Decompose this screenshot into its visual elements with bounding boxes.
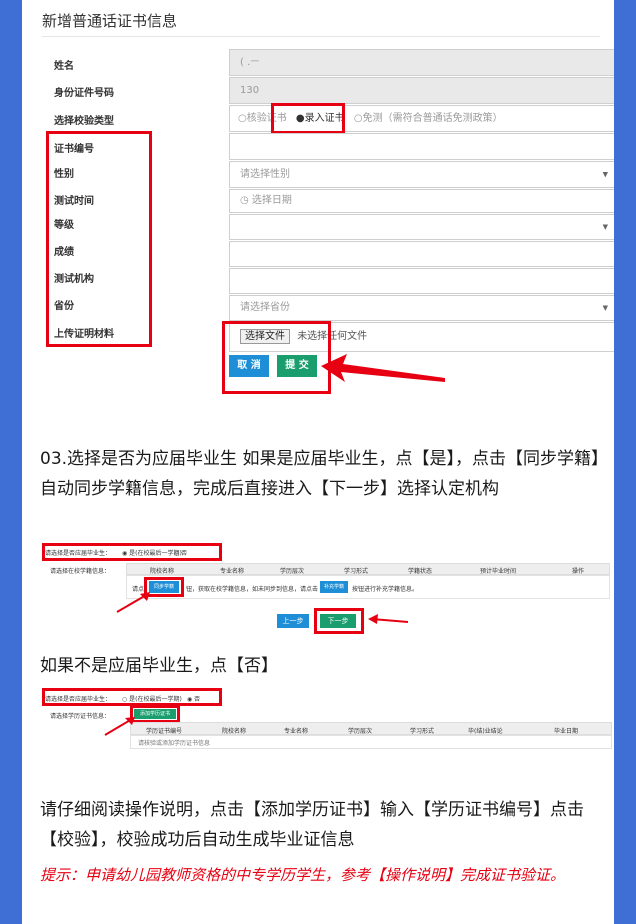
th-cert-level: 学历层次 xyxy=(348,728,373,735)
pointer-arrow-add-cert xyxy=(104,717,135,736)
form-divider xyxy=(42,36,600,37)
pointer-arrow-sync xyxy=(116,592,150,613)
highlight-enter-cert xyxy=(271,103,345,134)
label-cert-no: 证书编号 xyxy=(54,144,94,155)
form-title: 新增普通话证书信息 xyxy=(42,12,178,30)
th-action: 操作 xyxy=(572,568,585,575)
province-select[interactable]: 请选择省份 ▼ xyxy=(229,295,614,321)
th-cert-major: 专业名称 xyxy=(284,728,309,735)
chevron-down-icon: ▼ xyxy=(602,170,608,178)
submit-button[interactable]: 提 交 xyxy=(277,355,317,377)
highlight-labels xyxy=(46,131,152,347)
cert-no-input[interactable] xyxy=(229,133,614,160)
th-mode: 学习形式 xyxy=(344,568,369,575)
chevron-down-icon: ▼ xyxy=(602,304,608,312)
prev-step-button[interactable]: 上一步 xyxy=(277,614,309,628)
label-level: 等级 xyxy=(54,220,74,231)
province-placeholder: 请选择省份 xyxy=(240,302,290,313)
tip-text: 提示：申请幼儿园教师资格的中专学历学生，参考【操作说明】完成证书验证。 xyxy=(40,866,566,884)
graduate-no-option[interactable]: ○ 否 xyxy=(174,548,187,557)
gender-select[interactable]: 请选择性别 ▼ xyxy=(229,161,614,188)
step3-text: 03.选择是否为应届毕业生 如果是应届毕业生，点【是】，点击【同步学籍】自动同步… xyxy=(40,449,600,499)
label-verify-type: 选择校验类型 xyxy=(54,116,114,127)
graduate-question: 请选择是否应届毕业生： xyxy=(45,550,112,557)
th-cert-conclusion: 毕(结)业结论 xyxy=(468,728,503,735)
content-card: 新增普通话证书信息 姓名 ( .ㅡ 身份证件号码 130 选择校验类型 ○核验证… xyxy=(22,0,614,924)
sync-hint: 钮，获取在校学籍信息，如未同步到信息，请点击 xyxy=(186,586,319,593)
score-input[interactable] xyxy=(229,241,614,267)
clock-icon: ◷ xyxy=(240,195,249,206)
instructions-text: 请仔细阅读操作说明，点击【添加学历证书】输入【学历证书编号】点击【校验】，校验成… xyxy=(40,800,584,850)
gender-placeholder: 请选择性别 xyxy=(240,169,290,180)
id-number-field[interactable]: 130 xyxy=(229,77,614,104)
th-school: 院校名称 xyxy=(150,568,175,575)
school-row-label: 请选择在校学籍信息： xyxy=(50,568,111,575)
pointer-arrow xyxy=(321,354,445,382)
graduate-no-option-2[interactable]: ◉ 否 xyxy=(187,694,200,703)
verify-option-exempt[interactable]: ○免测（需符合普通话免测政策） xyxy=(354,113,503,124)
th-cert-no: 学历证书编号 xyxy=(146,728,183,735)
label-gender: 性别 xyxy=(54,169,74,180)
institution-input[interactable] xyxy=(229,268,614,294)
name-value: ( .ㅡ xyxy=(240,57,260,68)
th-cert-school: 院校名称 xyxy=(222,728,247,735)
cert-row-label: 请选择学历证书信息： xyxy=(50,713,111,720)
graduate-question-2: 请选择是否应届毕业生： xyxy=(45,696,112,703)
level-select[interactable]: ▼ xyxy=(229,214,614,240)
th-level: 学历层次 xyxy=(280,568,305,575)
pointer-arrow-next xyxy=(368,614,409,624)
graduate-yes-option[interactable]: ◉ 是(在校最后一学期) xyxy=(122,548,182,557)
date-placeholder: 选择日期 xyxy=(251,195,292,206)
cert-table-empty: 请核验或添加学历证书信息 xyxy=(138,740,211,747)
test-date-input[interactable]: ◷ 选择日期 xyxy=(229,189,614,213)
chevron-down-icon: ▼ xyxy=(602,223,608,231)
th-major: 专业名称 xyxy=(220,568,245,575)
th-grad-time: 预计毕业时间 xyxy=(480,568,517,575)
label-name: 姓名 xyxy=(54,61,74,72)
next-step-button[interactable]: 下一步 xyxy=(320,614,356,628)
not-graduate-text: 如果不是应届毕业生，点【否】 xyxy=(40,656,278,676)
label-test-time: 测试时间 xyxy=(54,196,94,207)
th-status: 学籍状态 xyxy=(408,568,433,575)
label-score: 成绩 xyxy=(54,247,74,258)
add-school-button[interactable]: 补充学籍 xyxy=(320,581,348,593)
name-field[interactable]: ( .ㅡ xyxy=(229,49,614,76)
label-province: 省份 xyxy=(54,301,74,312)
graduate-yes-option-2[interactable]: ○ 是(在校最后一学期) xyxy=(122,694,182,703)
sync-hint-suffix: 按钮进行补充学籍信息。 xyxy=(352,586,419,593)
label-upload: 上传证明材料 xyxy=(54,329,114,340)
th-cert-grad-date: 毕业日期 xyxy=(554,728,579,735)
add-cert-button[interactable]: 添加学历证书 xyxy=(134,709,176,719)
th-cert-mode: 学习形式 xyxy=(410,728,435,735)
cancel-button[interactable]: 取 消 xyxy=(229,355,269,377)
label-institution: 测试机构 xyxy=(54,274,94,285)
label-id-number: 身份证件号码 xyxy=(54,88,114,99)
id-number-value: 130 xyxy=(240,85,260,96)
